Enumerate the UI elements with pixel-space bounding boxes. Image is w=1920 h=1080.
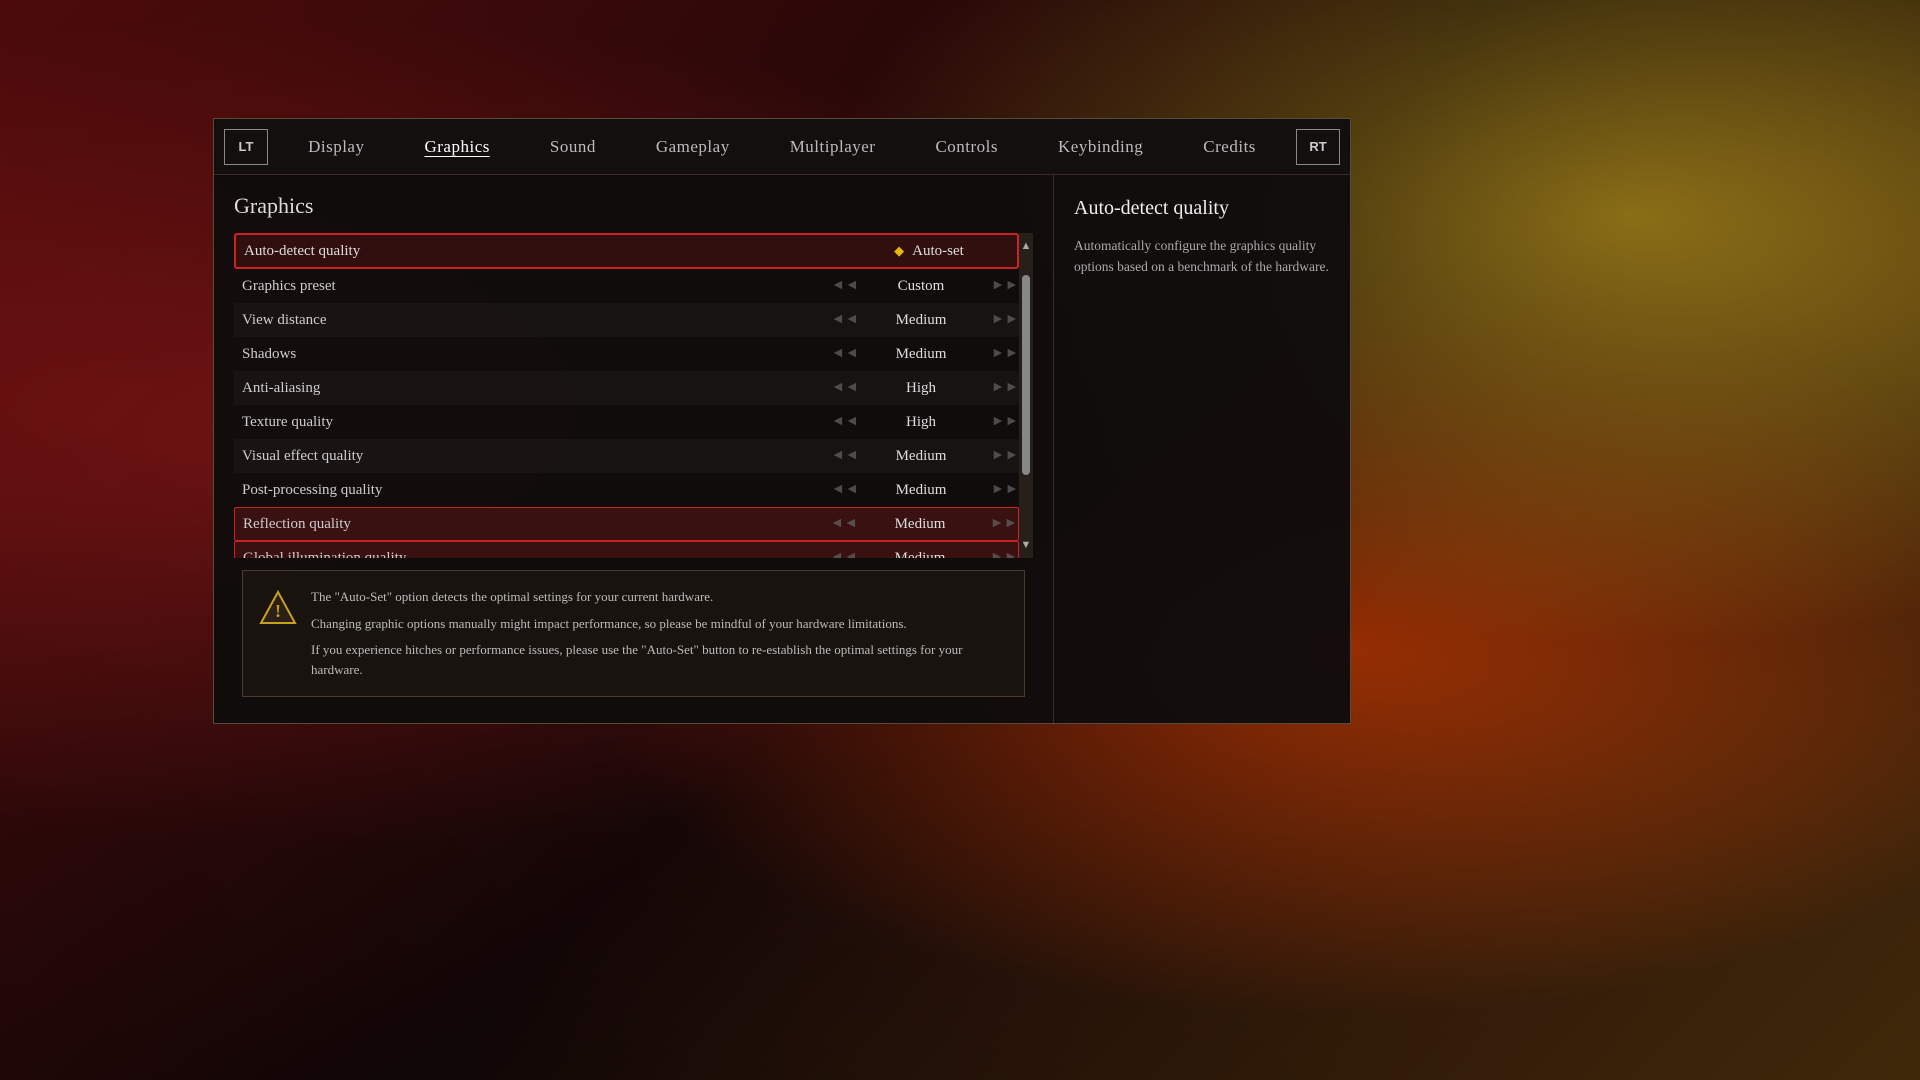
settings-area: Auto-detect quality ◆ Auto-set Graphics … xyxy=(234,233,1033,558)
nav-right-button[interactable]: RT xyxy=(1296,129,1340,165)
tab-gameplay[interactable]: Gameplay xyxy=(626,119,760,175)
post-processing-arrow-left[interactable]: ◄ xyxy=(831,483,851,497)
anti-aliasing-arrow-left[interactable]: ◄ xyxy=(831,381,851,395)
setting-label-auto-detect: Auto-detect quality xyxy=(244,243,849,260)
tab-multiplayer[interactable]: Multiplayer xyxy=(760,119,906,175)
scroll-up-arrow[interactable]: ▲ xyxy=(1021,237,1032,255)
setting-label-anti-aliasing: Anti-aliasing xyxy=(242,380,831,397)
panel-title: Graphics xyxy=(234,193,1033,219)
scroll-down-arrow[interactable]: ▼ xyxy=(1021,536,1032,554)
main-panel: Graphics Auto-detect quality ◆ Auto-set … xyxy=(214,175,1054,723)
setting-row-graphics-preset[interactable]: Graphics preset ◄ Custom ► xyxy=(234,269,1019,303)
view-distance-arrow-left[interactable]: ◄ xyxy=(831,313,851,327)
global-illumination-arrow-right[interactable]: ► xyxy=(990,551,1010,558)
setting-label-graphics-preset: Graphics preset xyxy=(242,278,831,295)
setting-value-anti-aliasing: High xyxy=(851,380,991,397)
info-line1: The "Auto-Set" option detects the optima… xyxy=(311,587,1006,607)
tab-display[interactable]: Display xyxy=(278,119,394,175)
setting-row-anti-aliasing[interactable]: Anti-aliasing ◄ High ► xyxy=(234,371,1019,405)
auto-set-value: ◆ Auto-set xyxy=(849,243,1009,260)
setting-label-reflection: Reflection quality xyxy=(243,516,830,533)
setting-label-global-illumination: Global illumination quality xyxy=(243,550,830,559)
info-text: The "Auto-Set" option detects the optima… xyxy=(311,587,1006,680)
tab-keybinding[interactable]: Keybinding xyxy=(1028,119,1173,175)
info-line2: Changing graphic options manually might … xyxy=(311,614,1006,634)
setting-row-shadows[interactable]: Shadows ◄ Medium ► xyxy=(234,337,1019,371)
texture-quality-arrow-right[interactable]: ► xyxy=(991,415,1011,429)
content-area: Graphics Auto-detect quality ◆ Auto-set … xyxy=(214,175,1350,723)
tab-controls[interactable]: Controls xyxy=(905,119,1028,175)
setting-value-shadows: Medium xyxy=(851,346,991,363)
graphics-preset-arrow-left[interactable]: ◄ xyxy=(831,279,851,293)
view-distance-arrow-right[interactable]: ► xyxy=(991,313,1011,327)
graphics-preset-arrow-right[interactable]: ► xyxy=(991,279,1011,293)
diamond-icon: ◆ xyxy=(894,243,904,259)
setting-row-global-illumination[interactable]: Global illumination quality ◄ Medium ► xyxy=(234,541,1019,558)
info-box: ! The "Auto-Set" option detects the opti… xyxy=(242,570,1025,697)
settings-dialog: LT Display Graphics Sound Gameplay Multi… xyxy=(213,118,1351,724)
setting-row-visual-effect[interactable]: Visual effect quality ◄ Medium ► xyxy=(234,439,1019,473)
setting-row-auto-detect[interactable]: Auto-detect quality ◆ Auto-set xyxy=(234,233,1019,269)
visual-effect-arrow-left[interactable]: ◄ xyxy=(831,449,851,463)
auto-set-text: Auto-set xyxy=(912,243,964,260)
shadows-arrow-left[interactable]: ◄ xyxy=(831,347,851,361)
setting-value-texture-quality: High xyxy=(851,414,991,431)
settings-rows: Auto-detect quality ◆ Auto-set Graphics … xyxy=(234,233,1019,558)
post-processing-arrow-right[interactable]: ► xyxy=(991,483,1011,497)
setting-value-graphics-preset: Custom xyxy=(851,278,991,295)
right-panel: Auto-detect quality Automatically config… xyxy=(1054,175,1350,723)
info-line3: If you experience hitches or performance… xyxy=(311,640,1006,680)
anti-aliasing-arrow-right[interactable]: ► xyxy=(991,381,1011,395)
texture-quality-arrow-left[interactable]: ◄ xyxy=(831,415,851,429)
tab-graphics[interactable]: Graphics xyxy=(394,119,519,175)
setting-label-view-distance: View distance xyxy=(242,312,831,329)
scrollbar-thumb[interactable] xyxy=(1022,275,1030,475)
setting-row-post-processing[interactable]: Post-processing quality ◄ Medium ► xyxy=(234,473,1019,507)
tab-sound[interactable]: Sound xyxy=(520,119,626,175)
reflection-arrow-left[interactable]: ◄ xyxy=(830,517,850,531)
setting-value-visual-effect: Medium xyxy=(851,448,991,465)
detail-title: Auto-detect quality xyxy=(1074,197,1330,220)
global-illumination-arrow-left[interactable]: ◄ xyxy=(830,551,850,558)
reflection-arrow-right[interactable]: ► xyxy=(990,517,1010,531)
setting-row-reflection[interactable]: Reflection quality ◄ Medium ► xyxy=(234,507,1019,541)
setting-label-visual-effect: Visual effect quality xyxy=(242,448,831,465)
tab-credits[interactable]: Credits xyxy=(1173,119,1286,175)
setting-label-texture-quality: Texture quality xyxy=(242,414,831,431)
warning-icon: ! xyxy=(259,589,297,627)
setting-value-post-processing: Medium xyxy=(851,482,991,499)
shadows-arrow-right[interactable]: ► xyxy=(991,347,1011,361)
detail-description: Automatically configure the graphics qua… xyxy=(1074,236,1330,278)
setting-label-post-processing: Post-processing quality xyxy=(242,482,831,499)
svg-text:!: ! xyxy=(275,601,281,621)
setting-row-view-distance[interactable]: View distance ◄ Medium ► xyxy=(234,303,1019,337)
setting-label-shadows: Shadows xyxy=(242,346,831,363)
nav-tabs: Display Graphics Sound Gameplay Multipla… xyxy=(268,119,1296,175)
setting-row-texture-quality[interactable]: Texture quality ◄ High ► xyxy=(234,405,1019,439)
setting-value-reflection: Medium xyxy=(850,516,990,533)
nav-left-button[interactable]: LT xyxy=(224,129,268,165)
visual-effect-arrow-right[interactable]: ► xyxy=(991,449,1011,463)
setting-value-global-illumination: Medium xyxy=(850,550,990,559)
nav-bar: LT Display Graphics Sound Gameplay Multi… xyxy=(214,119,1350,175)
setting-value-view-distance: Medium xyxy=(851,312,991,329)
scrollbar-track: ▲ ▼ xyxy=(1019,233,1033,558)
